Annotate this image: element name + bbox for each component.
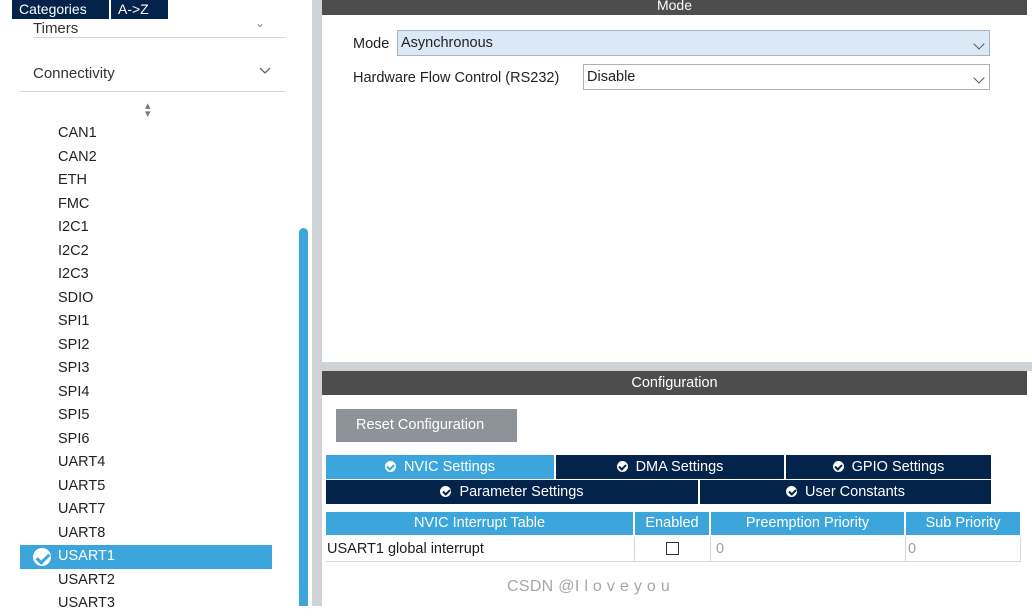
enabled-cell — [635, 537, 711, 561]
mode-title-bar: Mode — [322, 0, 1027, 15]
peripheral-label: USART1 — [58, 548, 115, 564]
chevron-down-icon — [973, 72, 985, 84]
peripheral-item-i2c3[interactable]: I2C3 — [20, 263, 272, 287]
peripheral-item-spi2[interactable]: SPI2 — [20, 334, 272, 358]
peripheral-label: SDIO — [58, 289, 94, 306]
tab-label: DMA Settings — [635, 459, 724, 475]
peripheral-label: SPI6 — [58, 430, 90, 447]
tab-label: GPIO Settings — [851, 459, 945, 475]
panel-divider[interactable] — [312, 0, 322, 606]
check-circle-icon — [33, 548, 51, 566]
flow-control-select[interactable]: Disable — [583, 64, 990, 90]
peripheral-label: USART2 — [58, 571, 115, 588]
sort-icon[interactable]: ▴ ▾ — [145, 101, 151, 120]
peripheral-list: CAN1 CAN2 ETH FMC I2C1 I2C2 I2C3 SDIO SPI1 SPI2 SP… — [20, 122, 272, 616]
peripheral-item-uart5[interactable]: UART5 — [20, 475, 272, 499]
timers-category-header[interactable]: Timers ⌄ — [33, 16, 285, 38]
peripheral-label: I2C2 — [58, 242, 89, 259]
check-circle-icon — [440, 486, 452, 497]
config-area: Mode Mode Asynchronous Hardware Flow Con… — [322, 0, 1032, 606]
check-circle-icon — [616, 461, 628, 472]
tab-label: NVIC Settings — [403, 459, 496, 475]
check-circle-icon — [384, 461, 396, 472]
check-circle-icon — [832, 461, 844, 472]
peripheral-label: UART5 — [58, 477, 106, 494]
peripheral-item-sdio[interactable]: SDIO — [20, 287, 272, 311]
tab-nvic-settings[interactable]: NVIC Settings — [326, 455, 554, 479]
chevron-down-icon — [973, 38, 985, 50]
flow-control-label: Hardware Flow Control (RS232) — [353, 70, 560, 86]
peripheral-item-can2[interactable]: CAN2 — [20, 146, 272, 170]
tab-gpio-settings[interactable]: GPIO Settings — [786, 455, 991, 479]
peripheral-item-spi3[interactable]: SPI3 — [20, 357, 272, 381]
peripheral-item-spi6[interactable]: SPI6 — [20, 428, 272, 452]
peripheral-item-uart7[interactable]: UART7 — [20, 498, 272, 522]
column-header-preemption[interactable]: Preemption Priority — [711, 512, 904, 535]
peripheral-label: FMC — [58, 195, 90, 212]
peripheral-item-spi1[interactable]: SPI1 — [20, 310, 272, 334]
peripheral-item-i2c1[interactable]: I2C1 — [20, 216, 272, 240]
peripheral-item-eth[interactable]: ETH — [20, 169, 272, 193]
peripheral-label: CAN1 — [58, 125, 97, 141]
peripheral-item-uart4[interactable]: UART4 — [20, 451, 272, 475]
peripheral-item-can1[interactable]: CAN1 — [20, 122, 272, 146]
flow-control-value: Disable — [587, 69, 636, 85]
tab-user-constants[interactable]: User Constants — [700, 480, 991, 504]
section-divider[interactable] — [322, 362, 1032, 371]
tab-parameter-settings[interactable]: Parameter Settings — [326, 480, 698, 504]
peripheral-label: ETH — [58, 172, 87, 188]
peripheral-label: UART8 — [58, 524, 106, 541]
tab-dma-settings[interactable]: DMA Settings — [556, 455, 784, 479]
configuration-title-bar: Configuration — [322, 371, 1027, 395]
interrupt-name-cell: USART1 global interrupt — [326, 537, 635, 561]
connectivity-label: Connectivity — [33, 65, 115, 82]
peripheral-label: I2C3 — [58, 266, 89, 282]
peripheral-item-usart2[interactable]: USART2 — [20, 569, 272, 593]
peripheral-label: UART4 — [58, 454, 106, 470]
peripheral-label: CAN2 — [58, 148, 97, 165]
peripheral-label: SPI2 — [58, 336, 90, 353]
peripheral-label: UART7 — [58, 501, 106, 517]
peripheral-item-uart8[interactable]: UART8 — [20, 522, 272, 546]
peripheral-item-spi4[interactable]: SPI4 — [20, 381, 272, 405]
tab-label: User Constants — [805, 484, 905, 500]
connectivity-category-header[interactable]: Connectivity — [20, 56, 285, 92]
tab-label: Parameter Settings — [459, 484, 584, 500]
peripheral-label: USART3 — [58, 595, 115, 611]
scrollbar-thumb[interactable] — [299, 228, 308, 606]
categories-panel: Categories A->Z Timers ⌄ Connectivity ▴ ▾… — [0, 0, 312, 611]
peripheral-label: SPI1 — [58, 313, 90, 329]
peripheral-label: SPI3 — [58, 360, 90, 376]
chevron-down-icon: ⌄ — [254, 16, 265, 30]
peripheral-item-fmc[interactable]: FMC — [20, 193, 272, 217]
peripheral-label: SPI4 — [58, 383, 90, 400]
peripheral-item-usart3[interactable]: USART3 — [20, 592, 272, 616]
peripheral-item-usart1[interactable]: USART1 — [20, 545, 272, 569]
reset-configuration-button[interactable]: Reset Configuration — [336, 409, 517, 442]
column-header-sub-priority[interactable]: Sub Priority — [906, 512, 1020, 535]
mode-select-value: Asynchronous — [401, 35, 493, 51]
chevron-down-icon — [259, 62, 271, 79]
mode-select[interactable]: Asynchronous — [397, 30, 990, 56]
check-circle-icon — [786, 486, 798, 497]
column-header-enabled[interactable]: Enabled — [635, 512, 709, 535]
watermark-text: CSDN @I l o v e y o u — [507, 578, 671, 595]
timers-label: Timers — [33, 20, 79, 37]
peripheral-label: I2C1 — [58, 219, 89, 235]
preemption-priority-cell[interactable]: 0 — [711, 537, 906, 561]
table-row-divider — [326, 561, 1021, 562]
peripheral-item-spi5[interactable]: SPI5 — [20, 404, 272, 428]
peripheral-label: SPI5 — [58, 407, 90, 423]
peripheral-item-i2c2[interactable]: I2C2 — [20, 240, 272, 264]
mode-label: Mode — [353, 36, 390, 52]
enabled-checkbox[interactable] — [666, 542, 679, 555]
column-header-interrupt[interactable]: NVIC Interrupt Table — [326, 512, 633, 535]
sub-priority-cell[interactable]: 0 — [906, 537, 1021, 561]
